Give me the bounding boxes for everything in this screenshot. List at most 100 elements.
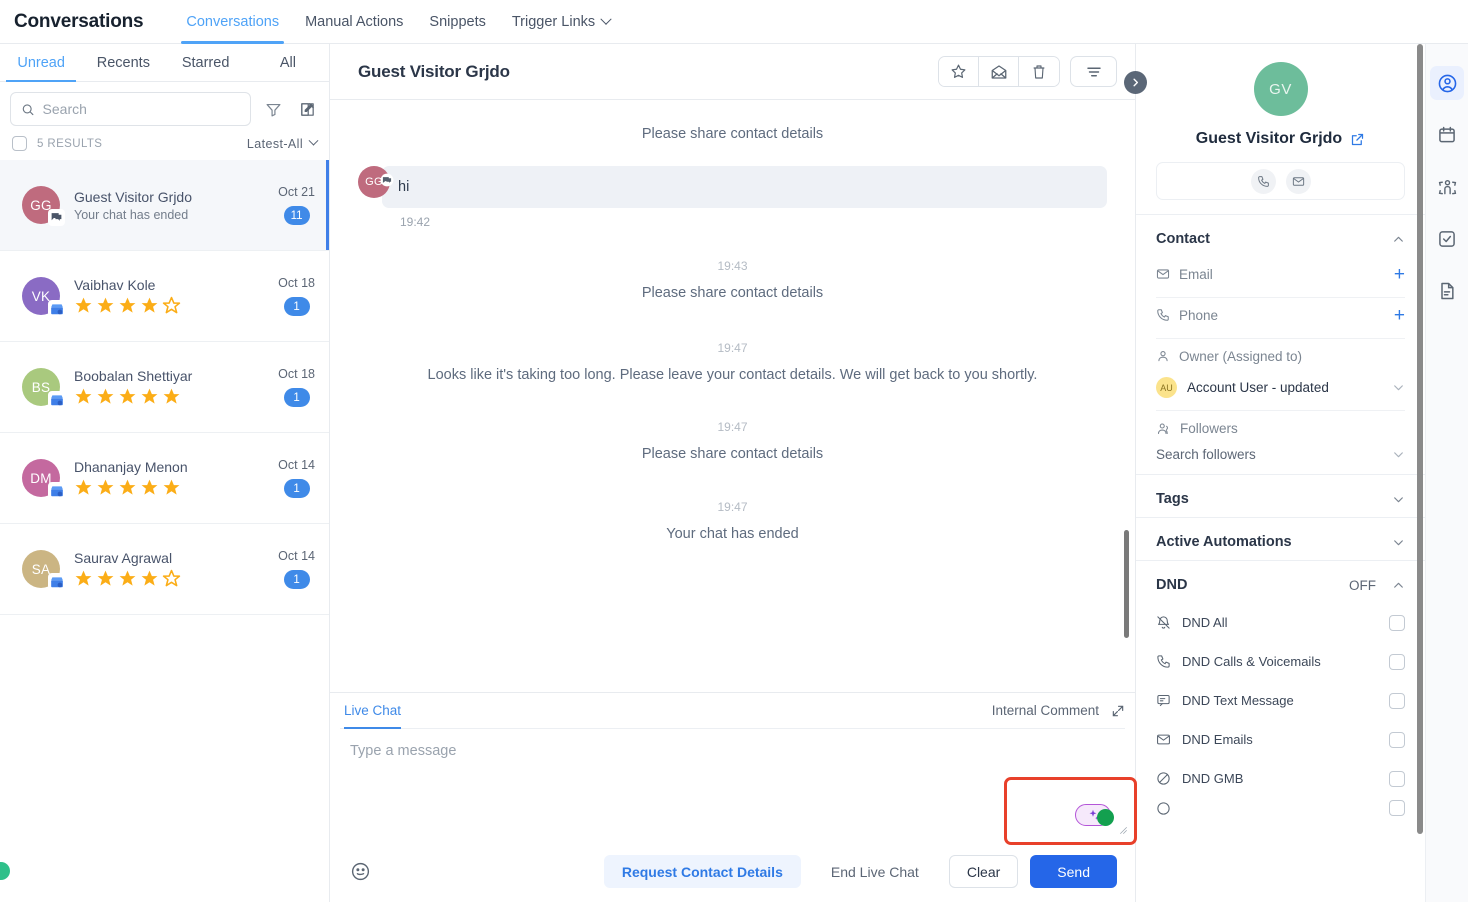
person-icon [1156, 349, 1170, 363]
star-icon [118, 569, 137, 588]
chevron-right-icon [1130, 77, 1141, 88]
chat-icon [48, 209, 65, 226]
tab-live-chat[interactable]: Live Chat [344, 693, 401, 729]
search-box[interactable] [10, 92, 251, 126]
list-tab-recents[interactable]: Recents [82, 44, 164, 81]
list-item-name: Guest Visitor Grjdo [74, 189, 264, 205]
tab-trigger-links-label: Trigger Links [512, 14, 595, 30]
dnd-item-calls[interactable]: DND Calls & Voicemails [1156, 642, 1405, 681]
tab-snippets[interactable]: Snippets [416, 0, 498, 44]
rail-documents-button[interactable] [1430, 274, 1464, 308]
rail-tasks-button[interactable] [1430, 222, 1464, 256]
dnd-emails-checkbox[interactable] [1389, 732, 1405, 748]
conversation-list-pane: Unread Recents Starred All [0, 44, 330, 902]
search-input[interactable] [43, 101, 240, 117]
chat-title: Guest Visitor Grjdo [358, 62, 510, 82]
followers-search[interactable]: Search followers [1156, 441, 1405, 464]
external-link-icon[interactable] [1350, 132, 1365, 147]
star-icon [118, 296, 137, 315]
dnd-calls-checkbox[interactable] [1389, 654, 1405, 670]
list-item[interactable]: VK Vaibhav Kole [0, 251, 329, 342]
composer-area[interactable]: Type a message [340, 729, 1125, 847]
list-item[interactable]: DM Dhananjay Menon [0, 433, 329, 524]
dnd-item-partial[interactable] [1156, 798, 1405, 818]
send-button[interactable]: Send [1030, 855, 1117, 888]
section-tags-label: Tags [1156, 491, 1189, 507]
tab-trigger-links[interactable]: Trigger Links [499, 0, 623, 44]
chat-header: Guest Visitor Grjdo [330, 44, 1135, 100]
expand-panel-button[interactable] [1124, 71, 1147, 94]
list-tab-unread[interactable]: Unread [0, 44, 82, 81]
tab-manual-actions[interactable]: Manual Actions [292, 0, 416, 44]
contact-name-row: Guest Visitor Grjdo [1196, 130, 1365, 148]
list-item[interactable]: SA Saurav Agrawal [0, 524, 329, 615]
star-icon [96, 478, 115, 497]
list-tab-unread-label: Unread [17, 55, 65, 71]
select-all-checkbox[interactable] [12, 136, 27, 151]
dnd-item-all[interactable]: DND All [1156, 603, 1405, 642]
dnd-all-checkbox[interactable] [1389, 615, 1405, 631]
avatar: BS [22, 368, 60, 406]
dnd-text-checkbox[interactable] [1389, 693, 1405, 709]
tab-internal-comment[interactable]: Internal Comment [992, 703, 1099, 718]
field-owner-label: Owner (Assigned to) [1179, 349, 1302, 364]
email-icon [1156, 267, 1170, 281]
emoji-icon[interactable] [350, 861, 371, 882]
dnd-item-text[interactable]: DND Text Message [1156, 681, 1405, 720]
email-button[interactable] [1286, 169, 1311, 194]
list-item-date: Oct 18 [278, 276, 315, 290]
star-icon [74, 296, 93, 315]
rail-opportunities-button[interactable] [1430, 170, 1464, 204]
right-icon-rail [1425, 44, 1468, 902]
list-item-body: Saurav Agrawal [74, 550, 264, 588]
dnd-gmb-checkbox[interactable] [1389, 771, 1405, 787]
dnd-item-gmb[interactable]: DND GMB [1156, 759, 1405, 798]
dnd-item-calls-label: DND Calls & Voicemails [1182, 654, 1378, 669]
rail-calendar-button[interactable] [1430, 118, 1464, 152]
end-live-chat-button[interactable]: End Live Chat [813, 855, 937, 888]
dnd-partial-checkbox[interactable] [1389, 800, 1405, 816]
field-owner: Owner (Assigned to) AU Account User - up… [1156, 339, 1405, 411]
list-item[interactable]: BS Boobalan Shettiyar [0, 342, 329, 433]
star-outline-icon [162, 569, 181, 588]
resize-grip-icon[interactable] [1119, 826, 1128, 835]
mark-unread-button[interactable] [979, 57, 1019, 86]
delete-button[interactable] [1019, 57, 1059, 86]
list-tab-all-label: All [280, 55, 296, 71]
filter-button[interactable] [261, 97, 285, 121]
list-item-date: Oct 21 [278, 185, 315, 199]
add-email-button[interactable]: + [1394, 265, 1405, 284]
chat-icon [380, 173, 394, 192]
block-icon [1156, 771, 1171, 786]
list-item-body: Boobalan Shettiyar [74, 368, 264, 406]
request-contact-details-button[interactable]: Request Contact Details [604, 855, 801, 888]
sort-selector[interactable]: Latest-All [247, 137, 317, 151]
star-icon [140, 569, 159, 588]
clear-button[interactable]: Clear [949, 855, 1018, 888]
tab-conversations[interactable]: Conversations [173, 0, 292, 44]
avatar: VK [22, 277, 60, 315]
section-tags[interactable]: Tags [1156, 475, 1405, 517]
collapse-icon[interactable] [1111, 704, 1125, 718]
call-button[interactable] [1251, 169, 1276, 194]
chat-filter-button[interactable] [1070, 56, 1117, 87]
add-phone-button[interactable]: + [1394, 306, 1405, 325]
section-contact[interactable]: Contact [1156, 215, 1405, 257]
dnd-item-emails[interactable]: DND Emails [1156, 720, 1405, 759]
contact-panel-scrollbar[interactable] [1417, 44, 1423, 834]
field-email-label: Email [1179, 267, 1213, 282]
dnd-item-emails-label: DND Emails [1182, 732, 1378, 747]
list-tab-starred[interactable]: Starred [165, 44, 247, 81]
star-button[interactable] [939, 57, 979, 86]
list-tab-all[interactable]: All [247, 44, 329, 81]
compose-button[interactable] [295, 97, 319, 121]
owner-value[interactable]: AU Account User - updated [1156, 369, 1405, 400]
list-item[interactable]: GG Guest Visitor Grjdo Your chat has end… [0, 160, 329, 251]
thread-timestamp: 19:43 [330, 229, 1135, 273]
section-dnd[interactable]: DND OFF [1156, 561, 1405, 603]
chevron-down-icon [309, 136, 319, 146]
rail-contact-button[interactable] [1430, 66, 1464, 100]
section-active-automations[interactable]: Active Automations [1156, 518, 1405, 560]
system-message: Please share contact details [330, 118, 1135, 152]
thread-scrollbar[interactable] [1124, 530, 1129, 638]
